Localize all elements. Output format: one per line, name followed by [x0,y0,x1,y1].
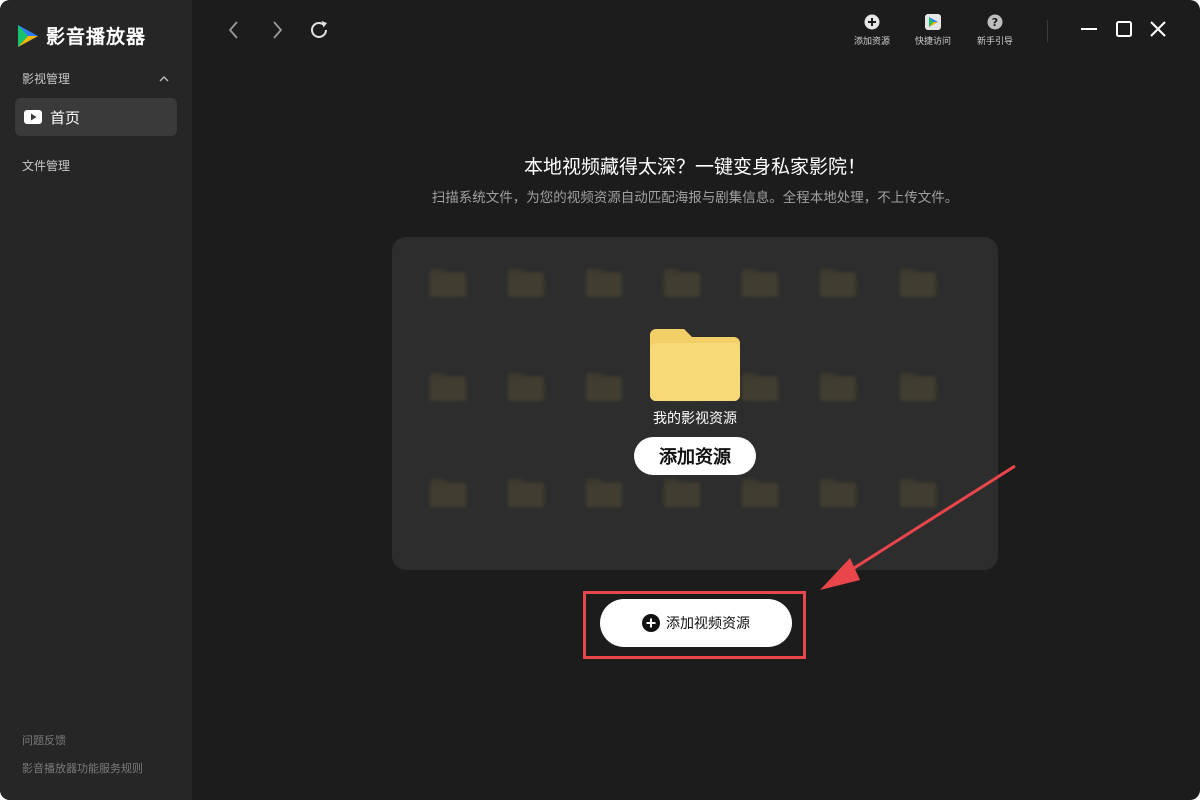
folder-icon [508,269,544,297]
folder-label: 我的影视资源 [653,411,737,427]
video-play-icon [24,110,42,124]
svg-text:?: ? [992,16,998,29]
folder-icon [508,479,544,507]
add-video-resource-button[interactable]: 添加视频资源 [600,599,792,647]
blurred-folder [730,477,790,507]
forward-button[interactable] [265,18,289,42]
folder-icon [508,373,544,401]
blurred-folder [652,477,712,507]
toolbar-divider [1047,20,1048,42]
app-logo: 影音播放器 [16,22,146,49]
close-button[interactable] [1149,20,1167,38]
minimize-button[interactable] [1080,20,1098,38]
sidebar-item-file-management[interactable]: 文件管理 [22,157,70,174]
folder-icon [430,269,466,297]
chevron-up-icon[interactable] [158,73,170,85]
blurred-folder [418,371,478,401]
folder-icon [586,479,622,507]
folder-icon [664,269,700,297]
annotation-arrow [820,464,1016,590]
service-rules-link[interactable]: 影音播放器功能服务规则 [22,760,143,776]
toolbar-quick-access-button[interactable]: 快捷访问 [903,14,963,47]
blurred-folder [418,267,478,297]
section-video-management[interactable]: 影视管理 [22,70,170,87]
sidebar-item-home-label: 首页 [50,108,81,127]
folder-icon [430,479,466,507]
folder-icon [742,269,778,297]
folder-icon [742,479,778,507]
blurred-folder [418,477,478,507]
blurred-folder [808,371,868,401]
folder-icon [650,329,740,401]
play-triangle-logo-icon [18,24,38,47]
blurred-folder [574,371,634,401]
toolbar-guide-button[interactable]: ? 新手引导 [965,14,1025,47]
plus-circle-icon [864,14,880,30]
folder-icon [820,269,856,297]
app-name: 影音播放器 [46,26,147,48]
folder-icon [664,479,700,507]
back-button[interactable] [222,18,246,42]
add-video-resource-label: 添加视频资源 [666,616,750,632]
panel-add-resource-button[interactable]: 添加资源 [634,437,756,475]
maximize-button[interactable] [1115,20,1133,38]
page-headline: 本地视频藏得太深？一键变身私家影院！ [523,156,866,178]
section-video-label: 影视管理 [22,72,71,86]
blurred-folder [496,371,556,401]
blurred-folder [888,371,948,401]
folder-icon [820,373,856,401]
folder-icon [586,269,622,297]
toolbar-quick-access-label: 快捷访问 [914,37,951,47]
quick-access-icon [925,14,941,30]
feedback-link[interactable]: 问题反馈 [22,732,66,748]
folder-icon [742,373,778,401]
blurred-folder [808,267,868,297]
app-window: 影音播放器 影视管理 首页 文件管理 问题反馈 影音播放器功能服务规则 添加资源… [0,0,1200,800]
blurred-folder [496,477,556,507]
refresh-button[interactable] [307,18,331,42]
question-circle-icon: ? [987,14,1003,30]
sidebar: 影音播放器 影视管理 首页 文件管理 问题反馈 影音播放器功能服务规则 [0,0,192,800]
folder-icon [586,373,622,401]
toolbar-add-resource-button[interactable]: 添加资源 [842,14,902,47]
folder-icon [900,373,936,401]
blurred-folder [574,267,634,297]
toolbar-add-resource-label: 添加资源 [853,37,890,47]
sidebar-item-home[interactable]: 首页 [15,98,177,136]
blurred-folder [574,477,634,507]
folder-icon [900,269,936,297]
blurred-folder [730,267,790,297]
folder-icon [430,373,466,401]
blurred-folder [888,267,948,297]
page-subheadline: 扫描系统文件，为您的视频资源自动匹配海报与剧集信息。全程本地处理，不上传文件。 [431,190,959,206]
plus-circle-icon [642,614,660,632]
blurred-folder [652,267,712,297]
blurred-folder [496,267,556,297]
toolbar-guide-label: 新手引导 [976,37,1013,47]
